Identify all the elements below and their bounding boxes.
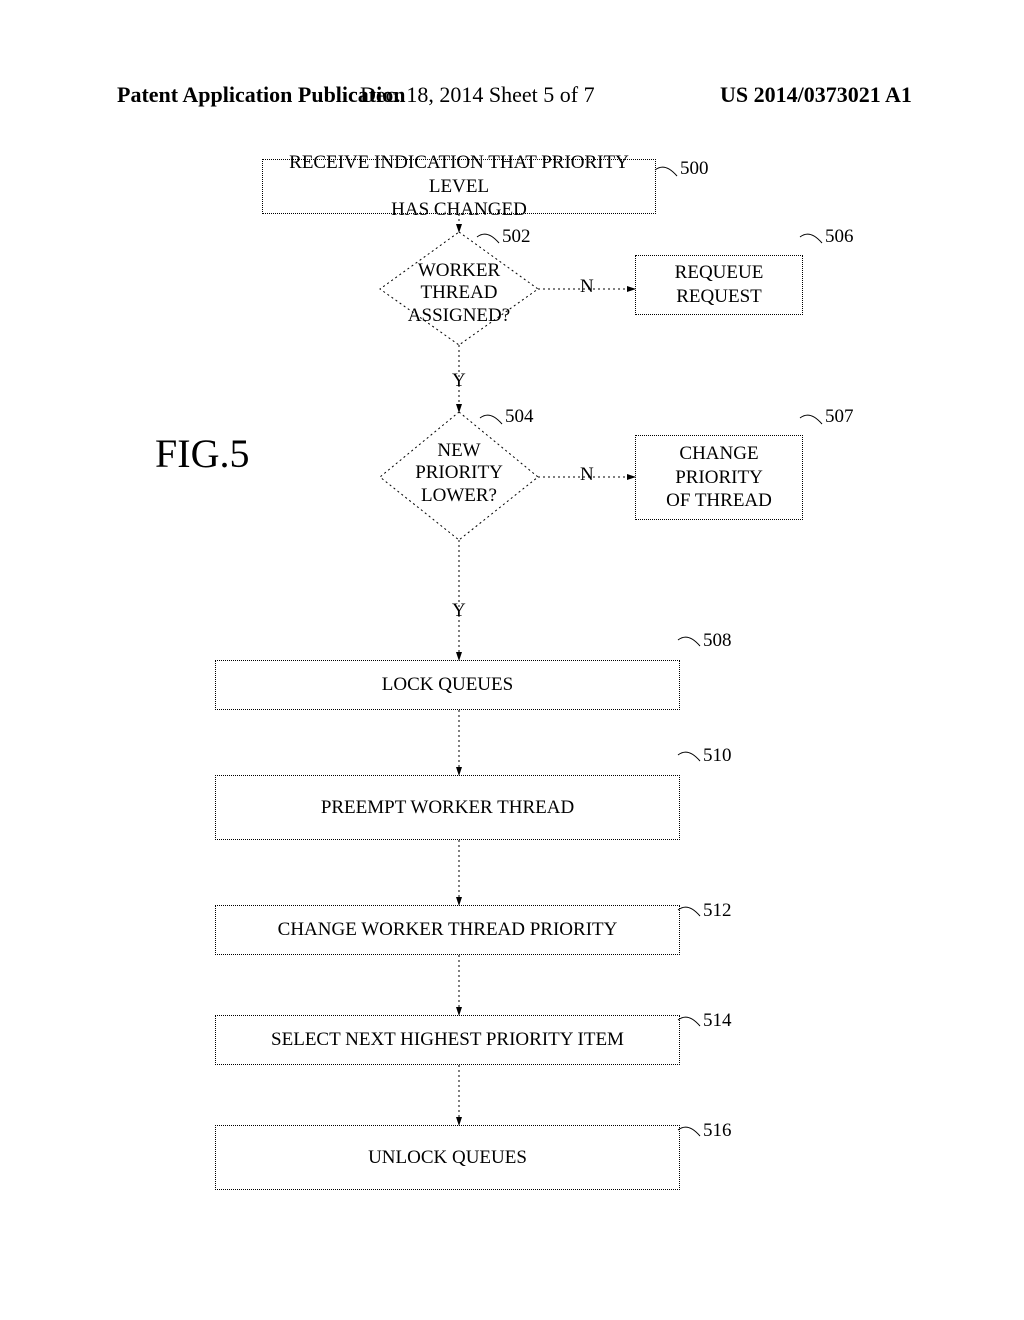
decision-worker-assigned: WORKERTHREADASSIGNED? <box>394 260 524 327</box>
ref-504: 504 <box>505 406 534 428</box>
step-text: CHANGEPRIORITYOF THREAD <box>666 442 772 513</box>
step-receive-indication: RECEIVE INDICATION THAT PRIORITY LEVELHA… <box>262 159 656 214</box>
ref-506: 506 <box>825 226 854 248</box>
edge-no-1: N <box>580 276 594 298</box>
ref-508: 508 <box>703 630 732 652</box>
step-change-worker-priority: CHANGE WORKER THREAD PRIORITY <box>215 905 680 955</box>
step-requeue-request: REQUEUEREQUEST <box>635 255 803 315</box>
step-text: CHANGE WORKER THREAD PRIORITY <box>278 918 618 942</box>
step-text: PREEMPT WORKER THREAD <box>321 796 574 820</box>
step-preempt-thread: PREEMPT WORKER THREAD <box>215 775 680 840</box>
step-lock-queues: LOCK QUEUES <box>215 660 680 710</box>
step-text: SELECT NEXT HIGHEST PRIORITY ITEM <box>271 1028 624 1052</box>
ref-514: 514 <box>703 1010 732 1032</box>
ref-502: 502 <box>502 226 531 248</box>
ref-500: 500 <box>680 158 709 180</box>
ref-507: 507 <box>825 406 854 428</box>
edge-yes-1: Y <box>452 370 466 392</box>
ref-512: 512 <box>703 900 732 922</box>
ref-510: 510 <box>703 745 732 767</box>
step-text: RECEIVE INDICATION THAT PRIORITY LEVELHA… <box>269 151 649 222</box>
step-text: LOCK QUEUES <box>382 673 513 697</box>
step-text: REQUEUEREQUEST <box>675 261 764 309</box>
ref-516: 516 <box>703 1120 732 1142</box>
step-select-next: SELECT NEXT HIGHEST PRIORITY ITEM <box>215 1015 680 1065</box>
step-text: UNLOCK QUEUES <box>368 1146 527 1170</box>
step-change-priority-thread: CHANGEPRIORITYOF THREAD <box>635 435 803 520</box>
decision-new-priority-lower: NEWPRIORITYLOWER? <box>394 440 524 507</box>
edge-yes-2: Y <box>452 600 466 622</box>
step-unlock-queues: UNLOCK QUEUES <box>215 1125 680 1190</box>
edge-no-2: N <box>580 464 594 486</box>
